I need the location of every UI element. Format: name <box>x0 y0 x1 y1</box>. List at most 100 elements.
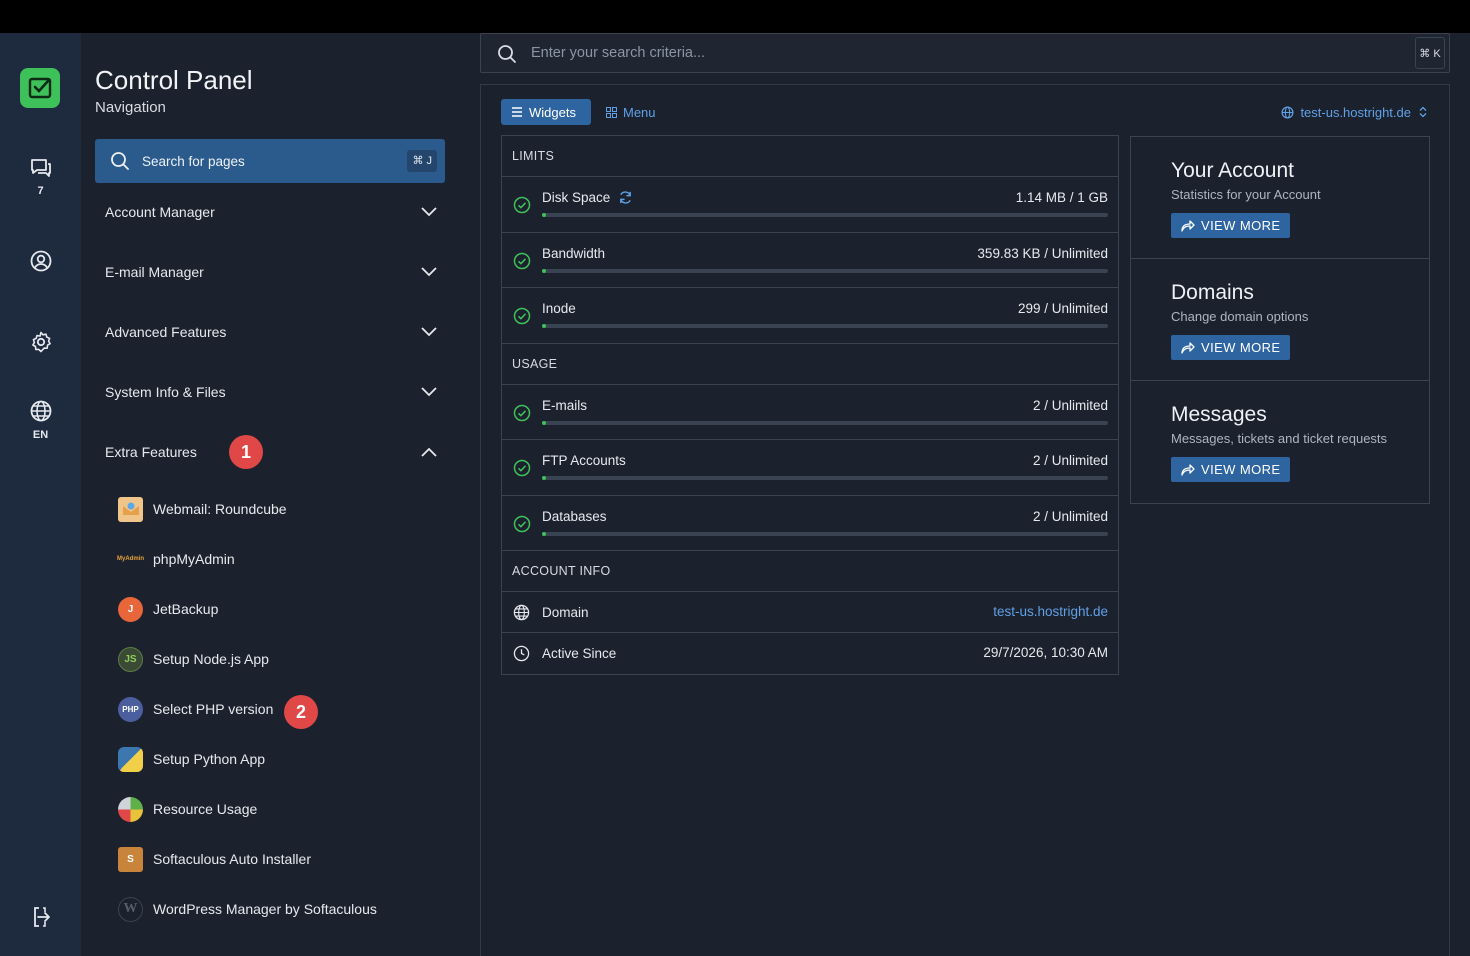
rail-logout[interactable] <box>0 905 81 929</box>
main-content: Enter your search criteria... ⌘ K Widget… <box>460 33 1470 956</box>
stat-label: Disk Space <box>542 190 611 205</box>
nav-item-label: Setup Node.js App <box>153 651 269 667</box>
phpmyadmin-icon: MyAdmin <box>117 556 144 562</box>
usage-bar-fill <box>542 213 546 217</box>
globe-icon <box>30 400 51 422</box>
usage-header: USAGE <box>502 344 1118 385</box>
app-logo[interactable] <box>20 68 60 108</box>
stat-value: 299 / Unlimited <box>1017 301 1108 316</box>
tab-widgets[interactable]: Widgets <box>501 99 591 125</box>
chevron-down-icon <box>421 327 437 337</box>
active-since-value: 29/7/2026, 10:30 AM <box>983 645 1108 660</box>
nav-item-label: WordPress Manager by Softaculous <box>153 901 377 917</box>
domain-label: Domain <box>542 604 589 620</box>
nodejs-icon: JS <box>118 646 143 672</box>
search-pages-shortcut: ⌘ J <box>407 150 437 172</box>
card-messages: Messages Messages, tickets and ticket re… <box>1131 381 1429 503</box>
nav-item-wordpress[interactable]: W WordPress Manager by Softaculous <box>118 895 377 923</box>
nav-item-python[interactable]: Setup Python App <box>118 745 265 773</box>
global-search-shortcut: ⌘ K <box>1415 37 1445 69</box>
rail-settings[interactable] <box>0 330 81 354</box>
rail-account[interactable] <box>0 249 81 273</box>
globe-icon <box>1281 105 1294 119</box>
card-description: Change domain options <box>1171 309 1309 324</box>
softaculous-icon: S <box>118 846 143 872</box>
stat-row-disk-space: Disk Space 1.14 MB / 1 GB <box>502 177 1118 233</box>
messages-count: 7 <box>37 185 44 197</box>
nav-extra-features[interactable]: Extra Features <box>105 440 437 464</box>
tab-menu[interactable]: Menu <box>606 99 656 125</box>
globe-icon <box>513 604 530 621</box>
usage-bar-fill <box>542 476 546 480</box>
window-top-bar <box>0 0 1470 33</box>
share-arrow-icon <box>1181 463 1195 476</box>
nav-item-phpmyadmin[interactable]: MyAdmin phpMyAdmin <box>117 545 235 573</box>
stat-label: Bandwidth <box>542 245 606 261</box>
usage-bar-fill <box>542 324 546 328</box>
usage-bar-fill <box>542 268 546 273</box>
resource-usage-icon <box>118 796 143 822</box>
global-search-input[interactable]: Enter your search criteria... ⌘ K <box>480 33 1450 73</box>
stat-value: 2 / Unlimited <box>1032 508 1108 524</box>
domain-link[interactable]: test-us.hostright.de <box>993 604 1108 619</box>
nav-item-jetbackup[interactable]: J JetBackup <box>118 595 218 623</box>
stat-row-inode: Inode 299 / Unlimited <box>502 288 1118 344</box>
nav-item-php-version[interactable]: PHP Select PHP version <box>118 695 273 723</box>
stat-row-ftp-accounts: FTP Accounts 2 / Unlimited <box>502 440 1118 496</box>
nav-item-resource-usage[interactable]: Resource Usage <box>118 795 257 823</box>
account-info-domain: Domain test-us.hostright.de <box>502 592 1118 633</box>
nav-email-manager[interactable]: E-mail Manager <box>105 260 437 284</box>
domain-selector-label: test-us.hostright.de <box>1300 104 1411 120</box>
usage-bar <box>542 268 1108 273</box>
view-more-button[interactable]: VIEW MORE <box>1171 335 1291 360</box>
stat-label: FTP Accounts <box>542 453 626 468</box>
tab-widgets-label: Widgets <box>529 104 576 120</box>
rail-messages[interactable]: 7 <box>0 155 81 197</box>
stats-table: LIMITS Disk Space 1.14 MB / 1 GB Bandwid… <box>501 135 1119 675</box>
list-icon <box>512 107 522 117</box>
card-title: Domains <box>1171 281 1254 304</box>
chat-icon <box>30 159 51 177</box>
view-more-button[interactable]: VIEW MORE <box>1171 213 1291 238</box>
nav-section-label: E-mail Manager <box>105 264 204 280</box>
gear-icon <box>31 331 51 353</box>
stat-value: 1.14 MB / 1 GB <box>1015 190 1108 205</box>
usage-bar <box>542 476 1108 480</box>
nav-section-label: Advanced Features <box>105 324 227 340</box>
chevron-down-icon <box>421 267 437 277</box>
icon-rail: 7 EN <box>0 33 81 956</box>
chevron-down-icon <box>421 387 437 397</box>
nav-system-info-files[interactable]: System Info & Files <box>105 380 437 404</box>
chevron-down-icon <box>421 207 437 217</box>
card-title: Messages <box>1171 403 1267 426</box>
nav-item-nodejs[interactable]: JS Setup Node.js App <box>118 645 269 673</box>
rail-language[interactable]: EN <box>0 399 81 441</box>
chevron-updown-icon <box>1419 106 1427 118</box>
stat-label: Databases <box>542 508 607 524</box>
card-description: Messages, tickets and ticket requests <box>1171 431 1388 446</box>
refresh-icon[interactable] <box>618 190 633 205</box>
wordpress-icon: W <box>118 896 143 922</box>
search-pages-button[interactable]: Search for pages ⌘ J <box>95 139 445 183</box>
php-icon: PHP <box>118 696 143 722</box>
stat-row-emails: E-mails 2 / Unlimited <box>502 385 1118 440</box>
nav-item-roundcube[interactable]: Webmail: Roundcube <box>118 495 287 523</box>
nav-advanced-features[interactable]: Advanced Features <box>105 320 437 344</box>
usage-bar-fill <box>542 531 546 536</box>
check-circle-icon <box>513 459 531 477</box>
usage-bar-fill <box>542 420 546 425</box>
stat-value: 2 / Unlimited <box>1032 397 1108 413</box>
domain-selector[interactable]: test-us.hostright.de <box>1281 99 1427 125</box>
stat-row-bandwidth: Bandwidth 359.83 KB / Unlimited <box>502 233 1118 288</box>
card-domains: Domains Change domain options VIEW MORE <box>1131 259 1429 381</box>
nav-account-manager[interactable]: Account Manager <box>105 200 437 224</box>
account-info-header: ACCOUNT INFO <box>502 551 1118 592</box>
nav-section-label: Account Manager <box>105 204 215 220</box>
nav-item-label: JetBackup <box>153 601 219 617</box>
nav-item-softaculous[interactable]: S Softaculous Auto Installer <box>118 845 311 873</box>
card-description: Statistics for your Account <box>1171 187 1321 202</box>
stat-label: Inode <box>542 301 576 316</box>
view-more-button[interactable]: VIEW MORE <box>1171 457 1291 482</box>
search-pages-label: Search for pages <box>142 153 245 169</box>
chevron-up-icon <box>421 447 437 457</box>
